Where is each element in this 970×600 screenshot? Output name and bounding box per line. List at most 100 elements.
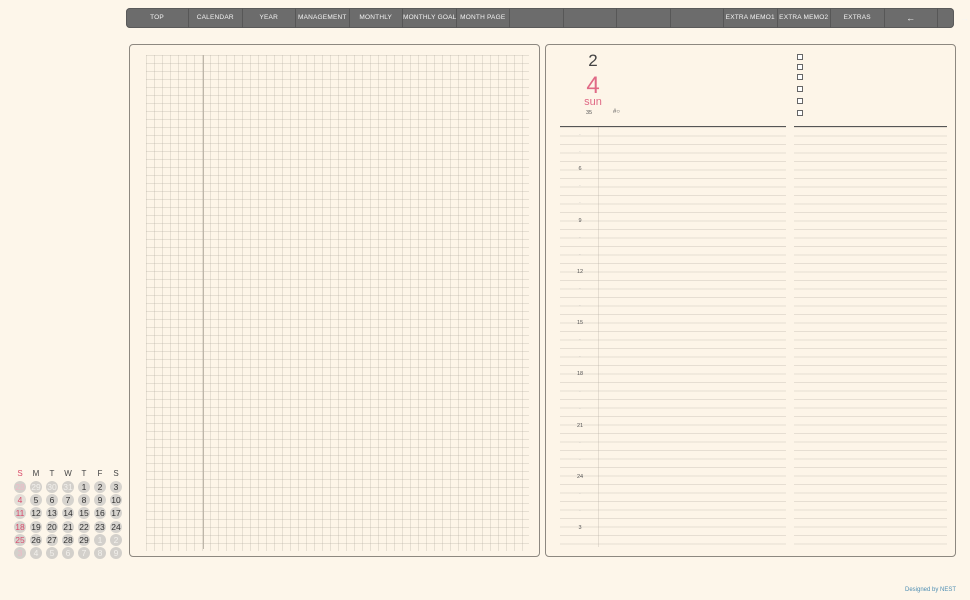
calendar-day[interactable]: 6 — [62, 547, 74, 559]
calendar-day[interactable]: 14 — [62, 507, 74, 520]
week-number: 35 — [586, 110, 593, 116]
hour-label: 3 — [578, 525, 582, 532]
hour-label: · — [579, 303, 581, 309]
calendar-day[interactable]: 31 — [62, 481, 74, 493]
nav-tab-prev-page[interactable]: ← — [885, 8, 938, 28]
nav-tab-management[interactable]: MANAGEMENT — [296, 8, 350, 28]
calendar-day[interactable]: 30 — [46, 481, 58, 493]
calendar-day[interactable]: 18 — [14, 520, 26, 533]
calendar-day[interactable]: 1 — [94, 533, 106, 546]
calendar-day[interactable]: 2 — [94, 481, 106, 493]
checkbox-icon[interactable] — [797, 54, 803, 60]
checkbox-icon[interactable] — [797, 86, 803, 92]
hour-label: · — [579, 439, 581, 446]
calendar-day[interactable]: 9 — [94, 494, 106, 507]
hour-label: · — [579, 491, 581, 498]
nav-tab-blank-10[interactable] — [671, 8, 724, 28]
hour-label: · — [579, 132, 581, 138]
hour-label: · — [579, 251, 581, 258]
calendar-day[interactable]: 20 — [46, 520, 58, 533]
checkbox-icon[interactable] — [797, 98, 803, 104]
nav-tab-blank-8[interactable] — [564, 8, 617, 28]
schedule-timeline[interactable] — [560, 127, 786, 547]
hour-label: · — [579, 234, 581, 241]
calendar-day[interactable]: 28 — [14, 481, 26, 493]
calendar-day[interactable]: 4 — [30, 547, 42, 559]
weekday-header: S — [17, 469, 23, 478]
calendar-day[interactable]: 12 — [30, 507, 42, 520]
calendar-day[interactable]: 8 — [78, 494, 90, 507]
calendar-day[interactable]: 10 — [110, 494, 122, 507]
daily-schedule-page: 2 4 sun 35 #○ · · 6 · · 9 · · 12 · · 15 · · 18 · · 21 · · 24… — [545, 44, 956, 557]
calendar-day[interactable]: 28 — [62, 533, 74, 546]
nav-tab-blank-7[interactable] — [510, 8, 564, 28]
nav-tab-extra-memo2[interactable]: EXTRA MEMO2 — [778, 8, 831, 28]
calendar-day[interactable]: 15 — [78, 507, 90, 520]
calendar-day[interactable]: 8 — [94, 547, 106, 559]
nav-tab-month-page[interactable]: MONTH PAGE — [457, 8, 510, 28]
hour-label: 24 — [576, 474, 584, 480]
hour-label: · — [579, 285, 581, 292]
day-marker: #○ — [613, 109, 620, 115]
calendar-day[interactable]: 13 — [46, 507, 58, 520]
hour-label: · — [579, 354, 581, 361]
schedule-column-divider — [598, 127, 599, 547]
nav-tab-monthly-goal[interactable]: MONTHLY GOAL — [403, 8, 457, 28]
nav-tab-calendar[interactable]: CALENDAR — [189, 8, 243, 28]
nav-tab-top[interactable]: TOP — [126, 8, 189, 28]
calendar-day[interactable]: 4 — [14, 494, 26, 507]
calendar-day[interactable]: 3 — [14, 547, 26, 559]
calendar-day[interactable]: 3 — [110, 481, 122, 493]
hour-label: 12 — [576, 268, 584, 275]
hour-label: · — [579, 337, 581, 344]
calendar-day[interactable]: 9 — [110, 547, 122, 559]
nav-tab-year[interactable]: YEAR — [243, 8, 296, 28]
calendar-day[interactable]: 29 — [78, 533, 90, 546]
top-navigation-bar: TOP CALENDAR YEAR MANAGEMENT MONTHLY MONTHLY … — [126, 8, 969, 28]
notes-lined-area[interactable] — [794, 127, 947, 547]
calendar-day[interactable]: 25 — [14, 533, 26, 546]
nav-tab-blank-9[interactable] — [617, 8, 671, 28]
checkbox-icon[interactable] — [797, 74, 803, 80]
hour-label: · — [579, 200, 581, 207]
calendar-day[interactable]: 24 — [110, 520, 122, 533]
checkbox-icon[interactable] — [797, 110, 803, 116]
calendar-day[interactable]: 23 — [94, 520, 106, 533]
nav-tab-monthly[interactable]: MONTHLY — [350, 8, 403, 28]
nav-tab-extra-memo1[interactable]: EXTRA MEMO1 — [724, 8, 778, 28]
weekday-header: F — [97, 469, 103, 478]
checkbox-icon[interactable] — [797, 64, 803, 70]
nav-tab-extras[interactable]: EXTRAS — [831, 8, 885, 28]
weekday-header: W — [64, 469, 72, 478]
calendar-day[interactable]: 22 — [78, 520, 90, 533]
calendar-day[interactable]: 29 — [30, 481, 42, 493]
calendar-day[interactable]: 6 — [46, 494, 58, 507]
hour-label: 9 — [578, 217, 582, 224]
designer-credit-link[interactable]: Designed by NEST — [905, 587, 956, 593]
date-month: 2 — [588, 51, 598, 70]
hour-label: · — [579, 508, 581, 515]
calendar-day[interactable]: 7 — [78, 547, 90, 559]
calendar-day[interactable]: 17 — [110, 507, 122, 520]
calendar-day[interactable]: 19 — [30, 520, 42, 533]
hour-label: 18 — [576, 371, 584, 378]
calendar-day[interactable]: 21 — [62, 520, 74, 533]
calendar-day[interactable]: 5 — [30, 494, 42, 507]
calendar-day[interactable]: 16 — [94, 507, 106, 520]
weekday-header: T — [49, 469, 55, 478]
calendar-day[interactable]: 11 — [14, 507, 26, 520]
calendar-day[interactable]: 5 — [46, 547, 58, 559]
calendar-day[interactable]: 2 — [110, 533, 122, 546]
hour-label: · — [579, 456, 581, 463]
hour-label: · — [579, 388, 581, 395]
calendar-day[interactable]: 27 — [46, 533, 58, 546]
hour-label: · — [579, 405, 581, 412]
grid-notes-page[interactable] — [129, 44, 540, 557]
calendar-day[interactable]: 1 — [78, 481, 90, 493]
calendar-day[interactable]: 26 — [30, 533, 42, 546]
hour-label: 21 — [576, 422, 584, 429]
calendar-day[interactable]: 7 — [62, 494, 74, 507]
margin-line — [203, 55, 204, 549]
nav-tab-next-page[interactable]: → — [938, 8, 970, 28]
hour-label: · — [579, 149, 581, 156]
